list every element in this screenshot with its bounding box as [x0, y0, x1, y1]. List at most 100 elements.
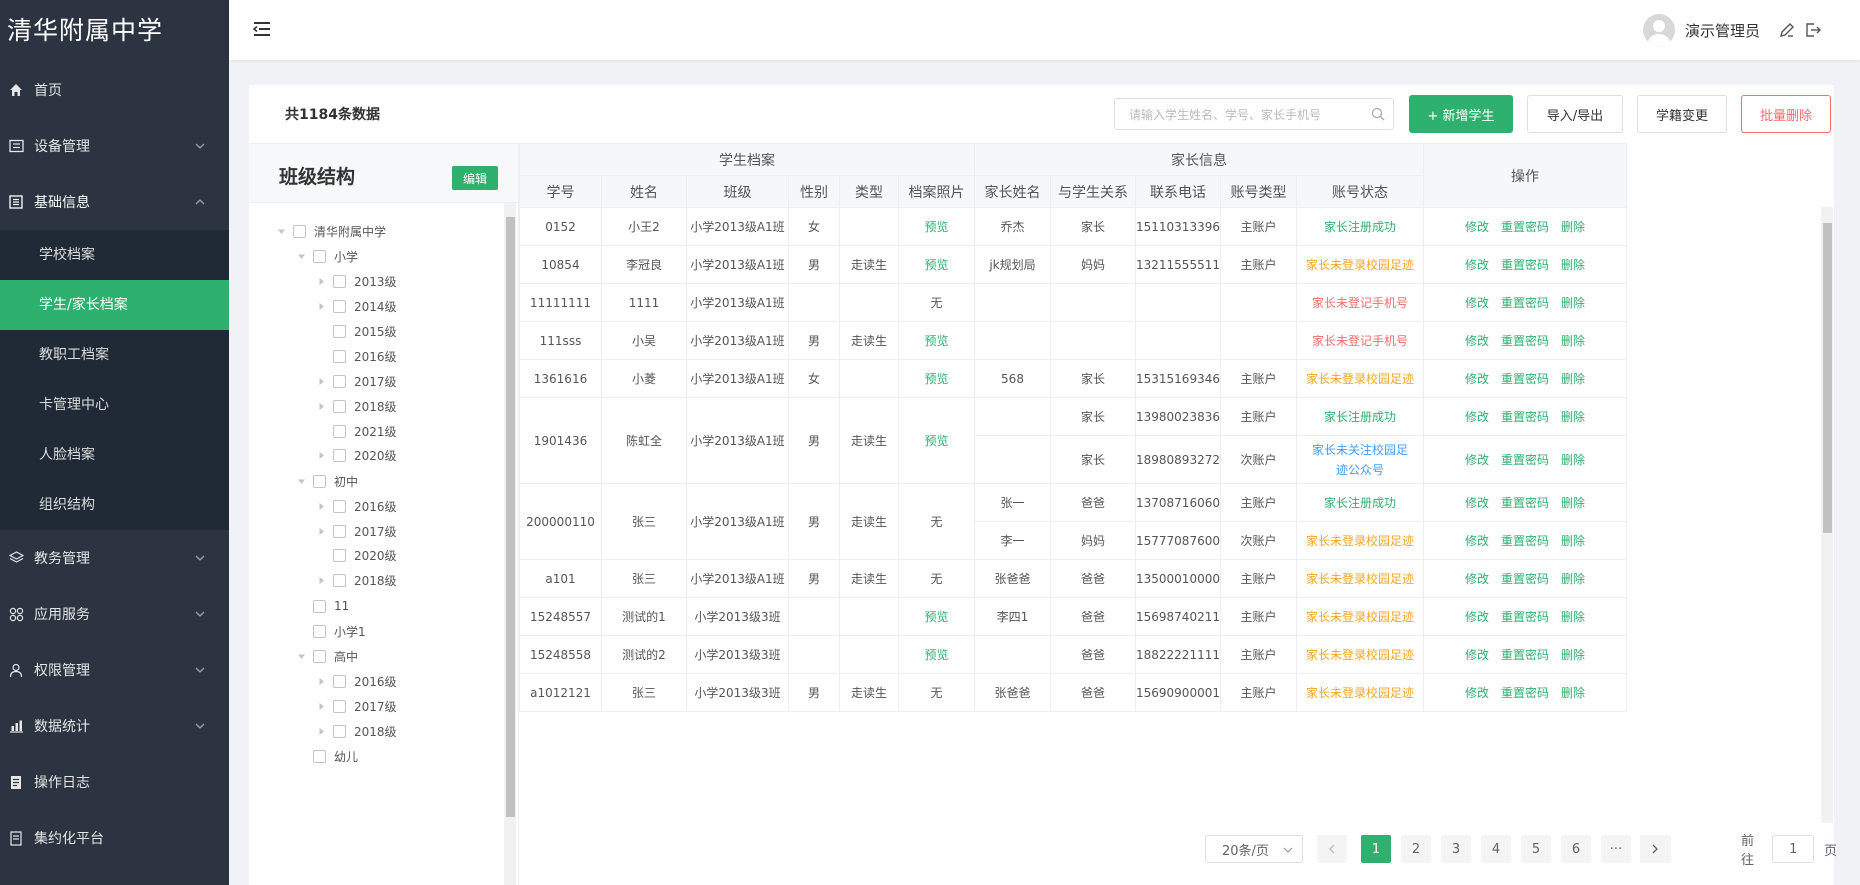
caret-right-icon[interactable]	[315, 375, 327, 387]
delete-link[interactable]: 删除	[1561, 296, 1585, 310]
delete-link[interactable]: 删除	[1561, 572, 1585, 586]
reset-password-link[interactable]: 重置密码	[1501, 610, 1549, 624]
submenu-item-card[interactable]: 卡管理中心	[0, 380, 229, 430]
edit-link[interactable]: 修改	[1465, 258, 1489, 272]
nav-item-platform[interactable]: 集约化平台	[0, 810, 229, 866]
caret-down-icon[interactable]	[295, 250, 307, 262]
page-button[interactable]: 4	[1481, 835, 1511, 863]
tree-checkbox[interactable]	[313, 249, 326, 263]
delete-link[interactable]: 删除	[1561, 648, 1585, 662]
username[interactable]: 演示管理员	[1685, 20, 1760, 41]
delete-link[interactable]: 删除	[1561, 610, 1585, 624]
edit-link[interactable]: 修改	[1465, 334, 1489, 348]
tree-scrollbar[interactable]	[504, 203, 516, 885]
tree-node[interactable]: 高中	[295, 646, 358, 666]
tree-checkbox[interactable]	[333, 448, 346, 462]
tree-node[interactable]: 2018级	[315, 721, 397, 741]
delete-link[interactable]: 删除	[1561, 453, 1585, 467]
delete-link[interactable]: 删除	[1561, 258, 1585, 272]
tree-node[interactable]: 2017级	[315, 696, 397, 716]
edit-icon[interactable]	[1778, 21, 1796, 39]
caret-right-icon[interactable]	[315, 525, 327, 537]
submenu-item-staff[interactable]: 教职工档案	[0, 330, 229, 380]
caret-down-icon[interactable]	[275, 225, 287, 237]
edit-link[interactable]: 修改	[1465, 496, 1489, 510]
tree-node[interactable]: 2017级	[315, 371, 397, 391]
tree-node[interactable]: 小学1	[313, 621, 366, 641]
reset-password-link[interactable]: 重置密码	[1501, 296, 1549, 310]
import-export-button[interactable]: 导入/导出	[1527, 95, 1623, 133]
tree-checkbox[interactable]	[333, 674, 346, 688]
tree-node[interactable]: 2014级	[315, 296, 397, 316]
cell-photo[interactable]: 预览	[898, 359, 975, 398]
logout-icon[interactable]	[1804, 21, 1822, 39]
delete-link[interactable]: 删除	[1561, 410, 1585, 424]
edit-link[interactable]: 修改	[1465, 220, 1489, 234]
tree-checkbox[interactable]	[333, 699, 346, 713]
page-button[interactable]: 2	[1401, 835, 1431, 863]
delete-link[interactable]: 删除	[1561, 334, 1585, 348]
caret-right-icon[interactable]	[315, 449, 327, 461]
reset-password-link[interactable]: 重置密码	[1501, 410, 1549, 424]
edit-link[interactable]: 修改	[1465, 648, 1489, 662]
page-ellipsis[interactable]: ···	[1601, 835, 1631, 863]
edit-link[interactable]: 修改	[1465, 686, 1489, 700]
edit-link[interactable]: 修改	[1465, 372, 1489, 386]
tree-checkbox[interactable]	[313, 749, 326, 763]
tree-node[interactable]: 清华附属中学	[275, 221, 386, 241]
tree-node[interactable]: 2018级	[315, 570, 397, 590]
tree-node[interactable]: 2016级	[315, 496, 397, 516]
delete-link[interactable]: 删除	[1561, 686, 1585, 700]
tree-checkbox[interactable]	[333, 349, 346, 363]
tree-scrollbar-thumb[interactable]	[506, 217, 515, 817]
reset-password-link[interactable]: 重置密码	[1501, 220, 1549, 234]
submenu-item-face[interactable]: 人脸档案	[0, 430, 229, 480]
submenu-item-school[interactable]: 学校档案	[0, 230, 229, 280]
enrollment-change-button[interactable]: 学籍变更	[1637, 95, 1727, 133]
nav-item-home[interactable]: 首页	[0, 62, 229, 118]
tree-checkbox[interactable]	[333, 299, 346, 313]
caret-right-icon[interactable]	[315, 725, 327, 737]
caret-right-icon[interactable]	[315, 300, 327, 312]
nav-item-apps[interactable]: 应用服务	[0, 586, 229, 642]
delete-link[interactable]: 删除	[1561, 496, 1585, 510]
cell-photo[interactable]: 预览	[898, 207, 975, 246]
reset-password-link[interactable]: 重置密码	[1501, 258, 1549, 272]
reset-password-link[interactable]: 重置密码	[1501, 496, 1549, 510]
edit-link[interactable]: 修改	[1465, 453, 1489, 467]
caret-down-icon[interactable]	[295, 475, 307, 487]
nav-item-academic[interactable]: 教务管理	[0, 530, 229, 586]
tree-checkbox[interactable]	[333, 374, 346, 388]
tree-checkbox[interactable]	[313, 624, 326, 638]
search-icon[interactable]	[1371, 107, 1385, 121]
delete-link[interactable]: 删除	[1561, 534, 1585, 548]
caret-right-icon[interactable]	[315, 574, 327, 586]
tree-node[interactable]: 幼儿	[313, 746, 358, 766]
edit-link[interactable]: 修改	[1465, 610, 1489, 624]
cell-photo[interactable]: 预览	[898, 597, 975, 636]
nav-item-permission[interactable]: 权限管理	[0, 642, 229, 698]
next-page-button[interactable]	[1640, 835, 1670, 863]
tree-node[interactable]: 2020级	[315, 445, 397, 465]
reset-password-link[interactable]: 重置密码	[1501, 372, 1549, 386]
cell-photo[interactable]: 预览	[898, 397, 975, 484]
edit-link[interactable]: 修改	[1465, 572, 1489, 586]
tree-node[interactable]: 2016级	[315, 671, 397, 691]
prev-page-button[interactable]	[1317, 835, 1347, 863]
delete-link[interactable]: 删除	[1561, 220, 1585, 234]
tree-node[interactable]: 11	[313, 596, 349, 616]
tree-edit-button[interactable]: 编辑	[452, 166, 498, 190]
cell-photo[interactable]: 预览	[898, 321, 975, 360]
tree-checkbox[interactable]	[333, 573, 346, 587]
reset-password-link[interactable]: 重置密码	[1501, 453, 1549, 467]
tree-checkbox[interactable]	[333, 548, 346, 562]
tree-checkbox[interactable]	[293, 224, 306, 238]
tree-node[interactable]: 2018级	[315, 396, 397, 416]
goto-page-input[interactable]: 1	[1772, 835, 1815, 863]
edit-link[interactable]: 修改	[1465, 534, 1489, 548]
page-button[interactable]: 3	[1441, 835, 1471, 863]
tree-checkbox[interactable]	[333, 399, 346, 413]
table-scrollbar[interactable]	[1821, 207, 1833, 823]
tree-node[interactable]: 2020级	[315, 545, 397, 565]
caret-right-icon[interactable]	[315, 675, 327, 687]
